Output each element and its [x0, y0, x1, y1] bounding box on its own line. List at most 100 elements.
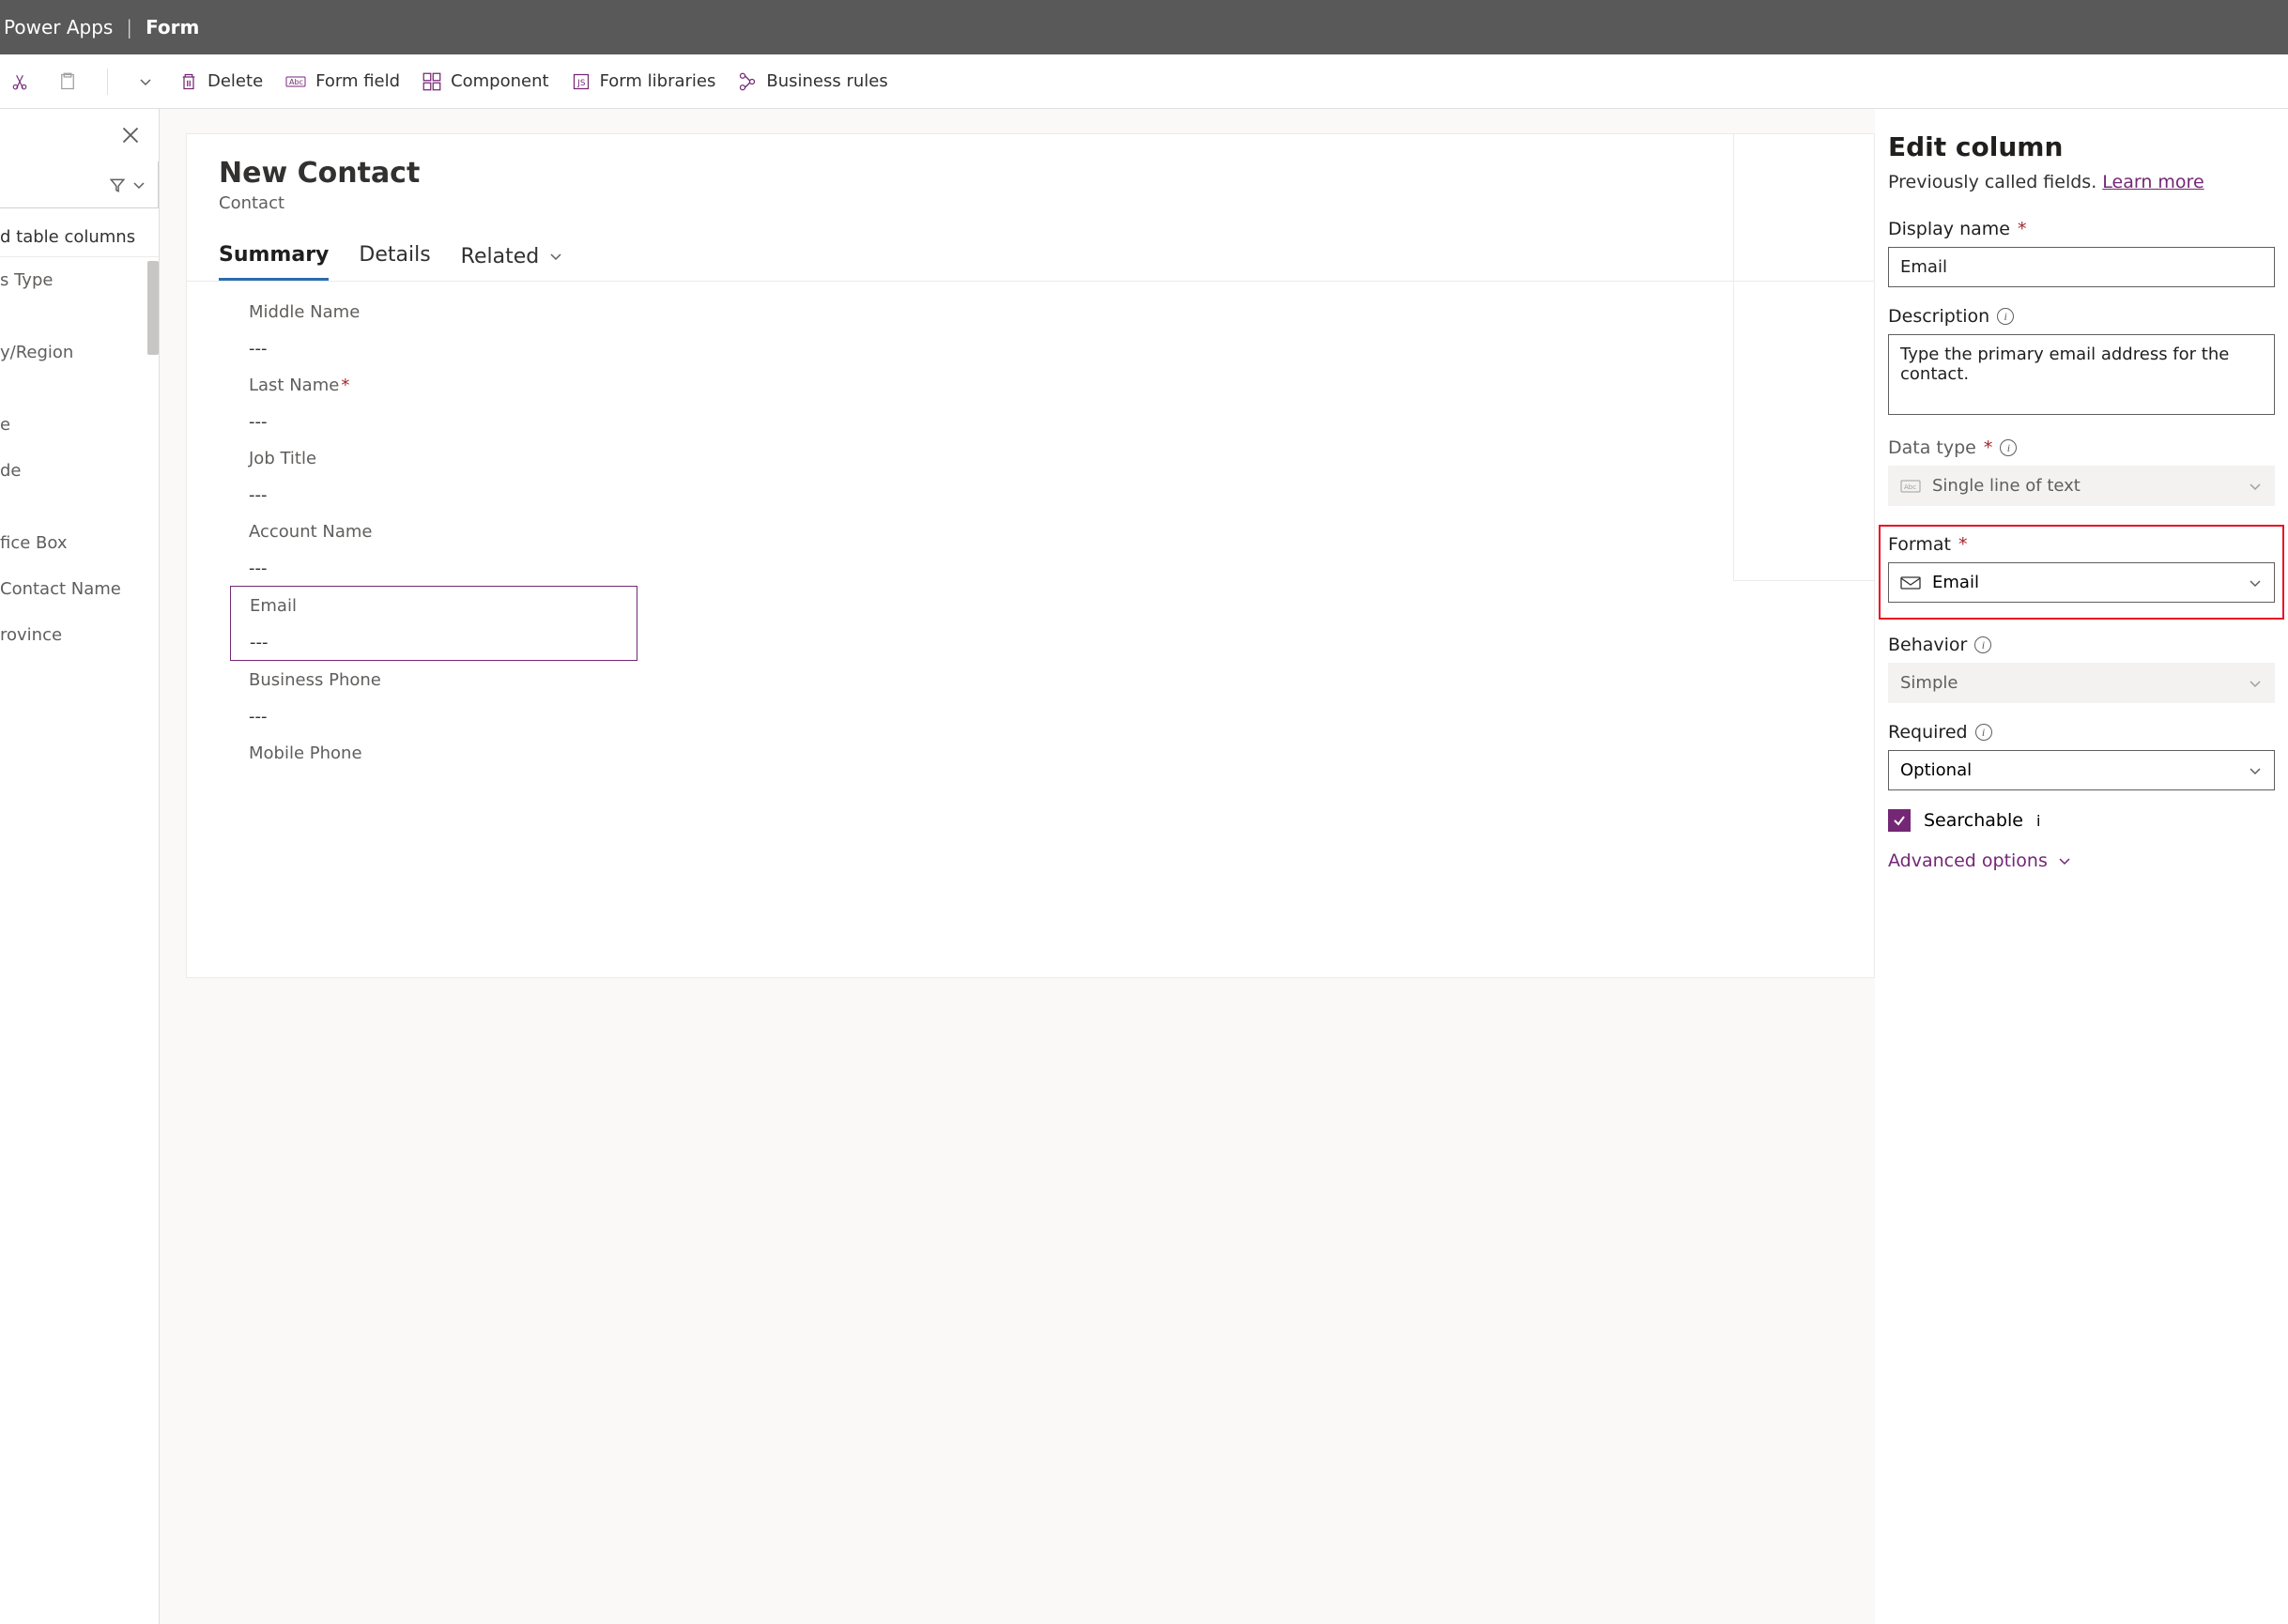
- field-label: Last Name: [249, 375, 339, 395]
- learn-more-link[interactable]: Learn more: [2102, 172, 2204, 192]
- list-item[interactable]: de: [0, 448, 159, 494]
- advanced-options-toggle[interactable]: Advanced options: [1888, 850, 2275, 871]
- field-label: Account Name: [249, 522, 373, 542]
- required-select[interactable]: Optional: [1888, 750, 2275, 790]
- info-icon[interactable]: i: [2036, 812, 2040, 830]
- behavior-select: Simple: [1888, 663, 2275, 703]
- form-field-mobile-phone[interactable]: Mobile Phone: [230, 734, 637, 771]
- text-icon: Abc: [1900, 479, 1921, 494]
- tab-summary[interactable]: Summary: [219, 243, 329, 281]
- required-value: Optional: [1900, 760, 1972, 780]
- format-highlight-box: Format * Email: [1879, 525, 2284, 620]
- side-section[interactable]: [1733, 134, 1874, 581]
- chevron-down-icon: [548, 249, 563, 264]
- toolbar-chevron[interactable]: [134, 74, 157, 89]
- field-label: Email: [250, 596, 297, 616]
- behavior-label: Behavior: [1888, 635, 1967, 655]
- required-asterisk: *: [1984, 437, 1993, 458]
- form-field-email[interactable]: Email ---: [230, 586, 637, 661]
- field-value: ---: [249, 339, 619, 359]
- svg-text:Abc: Abc: [289, 78, 303, 86]
- form-subtitle: Contact: [219, 193, 1842, 213]
- searchable-label: Searchable: [1924, 810, 2023, 831]
- businessrules-button[interactable]: Business rules: [738, 71, 887, 91]
- form-title: New Contact: [219, 157, 1842, 190]
- formfield-label: Form field: [315, 71, 400, 91]
- close-icon[interactable]: [121, 126, 140, 145]
- form-field-job-title[interactable]: Job Title ---: [230, 439, 637, 513]
- list-item[interactable]: [0, 494, 159, 520]
- displayname-input[interactable]: [1888, 247, 2275, 287]
- info-icon[interactable]: i: [2000, 439, 2017, 456]
- chevron-down-icon: [2248, 763, 2263, 778]
- left-section-header: d table columns: [0, 222, 159, 257]
- info-icon[interactable]: i: [1974, 636, 1991, 653]
- toolbar: Delete Abc Form field Component JS Form …: [0, 54, 2288, 109]
- datatype-select: Abc Single line of text: [1888, 466, 2275, 506]
- edit-column-panel: Edit column Previously called fields. Le…: [1875, 109, 2288, 1624]
- section-name: Form: [146, 16, 199, 38]
- chevron-down-icon: [2248, 479, 2263, 494]
- tab-related-label: Related: [461, 245, 540, 268]
- list-item[interactable]: fice Box: [0, 520, 159, 566]
- chevron-down-icon: [2248, 676, 2263, 691]
- cut-button[interactable]: [8, 73, 32, 90]
- info-icon[interactable]: i: [1975, 724, 1992, 741]
- info-icon[interactable]: i: [1997, 308, 2014, 325]
- left-panel: d table columns s Type y/Region e de fic…: [0, 109, 160, 1624]
- tab-related[interactable]: Related: [461, 243, 564, 281]
- form-field-account-name[interactable]: Account Name ---: [230, 513, 637, 586]
- scrollbar[interactable]: [147, 261, 159, 355]
- required-asterisk: *: [2018, 219, 2027, 239]
- component-button[interactable]: Component: [422, 71, 549, 91]
- component-label: Component: [451, 71, 549, 91]
- list-item[interactable]: y/Region: [0, 329, 159, 375]
- filter-icon: [109, 176, 126, 193]
- app-name: Power Apps: [4, 16, 113, 38]
- list-item[interactable]: [0, 303, 159, 329]
- format-value: Email: [1932, 573, 1979, 592]
- toolbar-separator: [107, 69, 108, 95]
- chevron-down-icon: [2057, 853, 2072, 868]
- description-input[interactable]: Type the primary email address for the c…: [1888, 334, 2275, 415]
- title-bar: Power Apps | Form: [0, 0, 2288, 54]
- field-value: ---: [249, 412, 619, 432]
- field-label: Middle Name: [249, 302, 360, 322]
- paste-button[interactable]: [54, 72, 81, 91]
- tab-details[interactable]: Details: [359, 243, 430, 281]
- field-value: ---: [249, 485, 619, 505]
- format-select[interactable]: Email: [1888, 562, 2275, 603]
- form-field-business-phone[interactable]: Business Phone ---: [230, 661, 637, 734]
- search-filter-box[interactable]: [0, 161, 159, 208]
- delete-label: Delete: [207, 71, 263, 91]
- required-label: Required: [1888, 722, 1968, 743]
- email-icon: [1900, 575, 1921, 590]
- formlibraries-button[interactable]: JS Form libraries: [572, 71, 716, 91]
- form-field-middle-name[interactable]: Middle Name ---: [230, 293, 637, 366]
- list-item[interactable]: rovince: [0, 612, 159, 658]
- svg-text:JS: JS: [576, 78, 586, 87]
- list-item[interactable]: [0, 375, 159, 402]
- list-item[interactable]: e: [0, 402, 159, 448]
- svg-text:Abc: Abc: [1904, 483, 1916, 491]
- searchable-checkbox[interactable]: [1888, 809, 1911, 832]
- list-item[interactable]: s Type: [0, 257, 159, 303]
- required-asterisk: *: [1958, 534, 1968, 555]
- field-value: ---: [249, 707, 619, 727]
- formfield-button[interactable]: Abc Form field: [285, 71, 400, 91]
- form-field-last-name[interactable]: Last Name* ---: [230, 366, 637, 439]
- field-value: ---: [250, 633, 618, 652]
- list-item[interactable]: Contact Name: [0, 566, 159, 612]
- panel-title: Edit column: [1888, 131, 2275, 162]
- datatype-label: Data type: [1888, 437, 1976, 458]
- delete-button[interactable]: Delete: [179, 71, 263, 91]
- datatype-value: Single line of text: [1932, 476, 2081, 496]
- form-canvas: New Contact Contact Summary Details Rela…: [160, 109, 1875, 1624]
- advanced-options-label: Advanced options: [1888, 850, 2048, 871]
- format-label: Format: [1888, 534, 1951, 555]
- description-label: Description: [1888, 306, 1989, 327]
- title-divider: |: [126, 16, 132, 38]
- field-label: Mobile Phone: [249, 743, 362, 763]
- field-label: Job Title: [249, 449, 316, 468]
- field-label: Business Phone: [249, 670, 381, 690]
